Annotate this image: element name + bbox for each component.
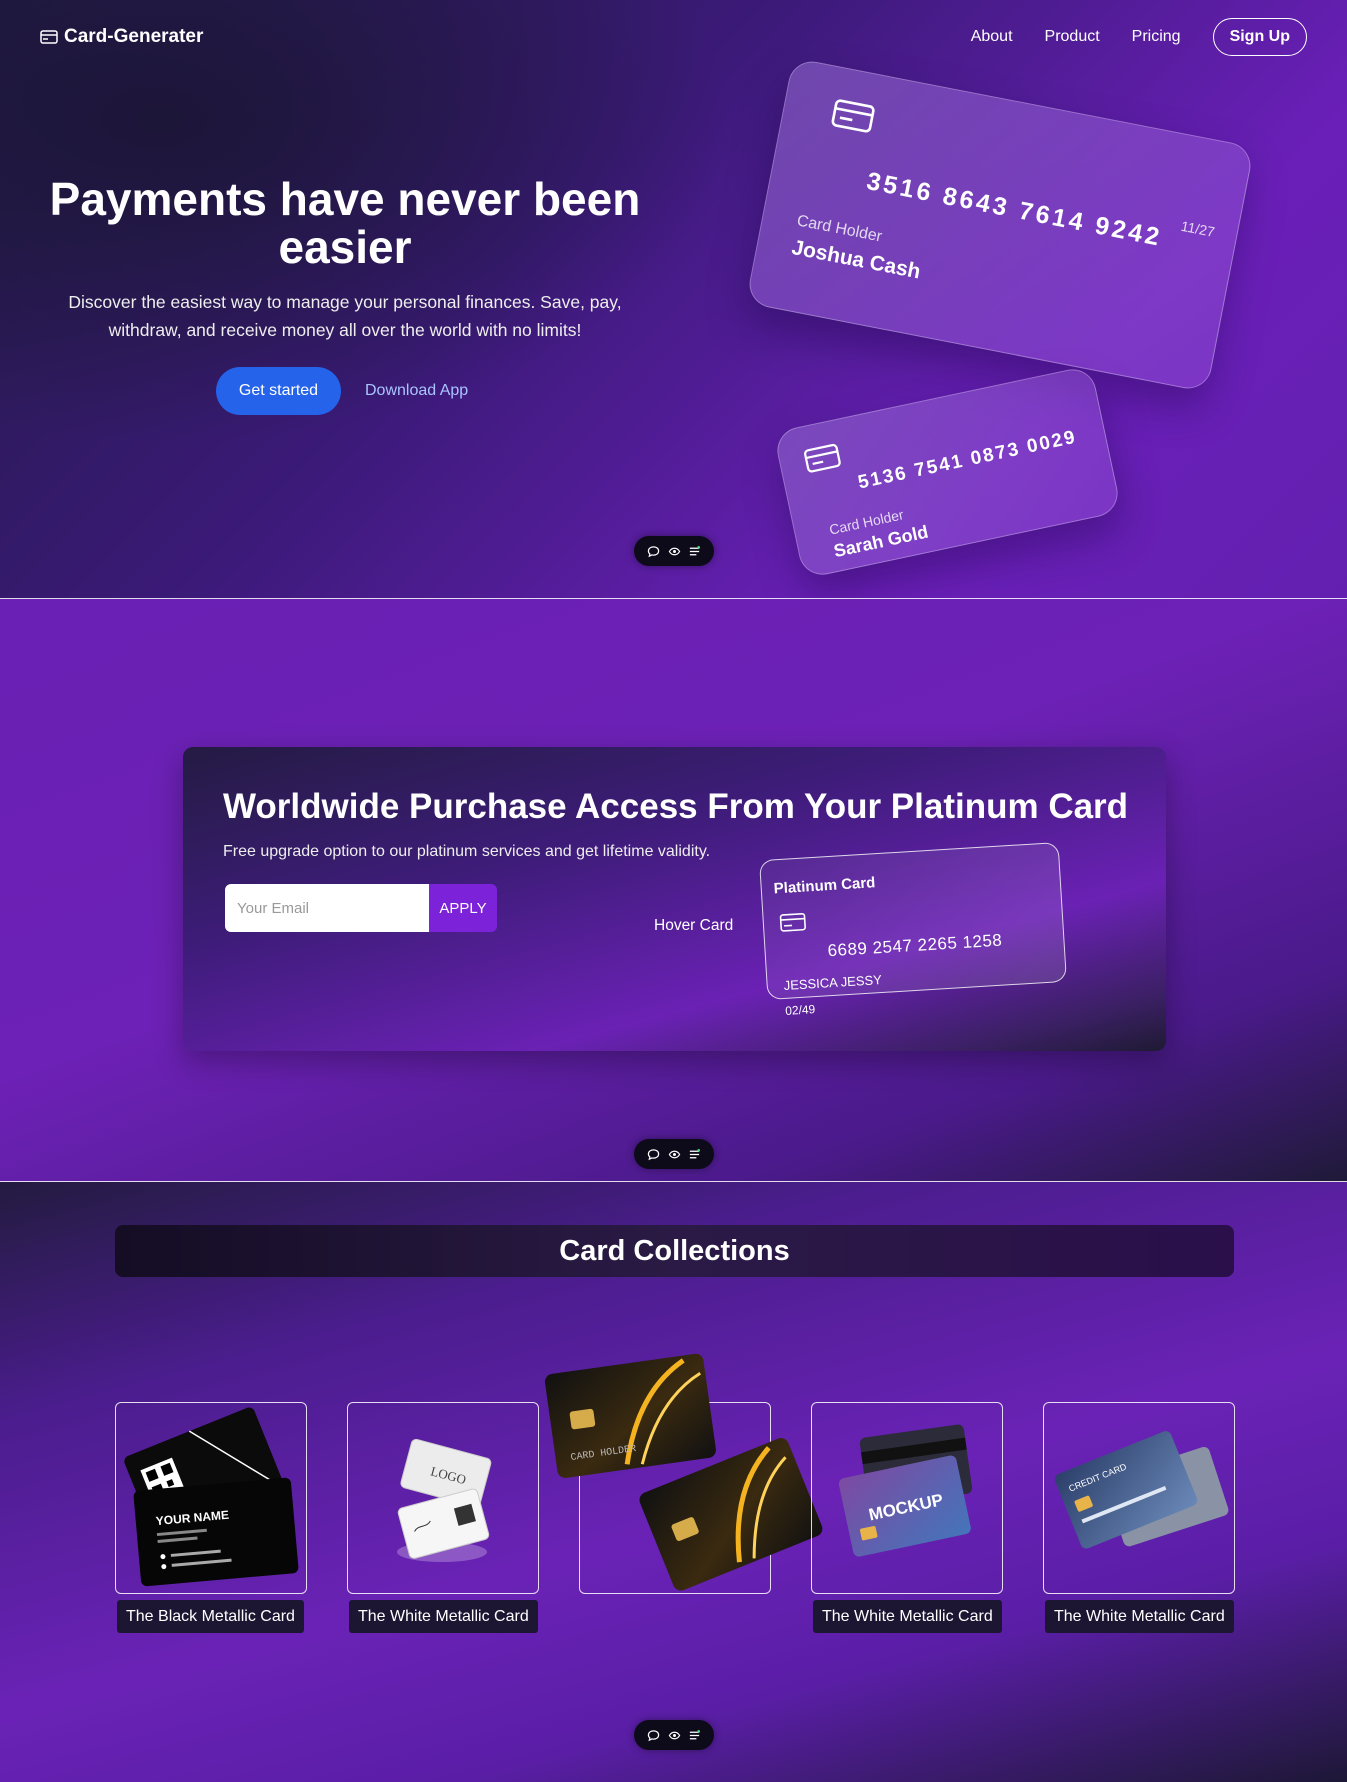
- download-app-link[interactable]: Download App: [365, 367, 468, 415]
- eye-icon[interactable]: [668, 1729, 681, 1742]
- card-icon: [803, 443, 841, 473]
- eye-icon[interactable]: [668, 545, 681, 558]
- blue-credit-cards-image: CREDIT CARD: [1054, 1431, 1229, 1549]
- nav-product-link[interactable]: Product: [1045, 28, 1100, 46]
- collection-label: The Black Metallic Card: [117, 1600, 304, 1633]
- platinum-card[interactable]: Platinum Card 6689 2547 2265 1258 JESSIC…: [759, 841, 1067, 1018]
- brand-name: Card-Generater: [64, 26, 204, 47]
- floating-toolbar: [634, 1139, 714, 1169]
- card-holder-name: Joshua Cash: [789, 235, 923, 284]
- hero-card-secondary: 5136 7541 0873 0029 Card Holder Sarah Go…: [772, 364, 1123, 580]
- menu-lines-icon[interactable]: [688, 545, 701, 558]
- card-collections-section: Card Collections YOUR NAME The Black Met…: [0, 1182, 1347, 1782]
- floating-toolbar: [634, 1720, 714, 1750]
- signup-button[interactable]: Sign Up: [1212, 18, 1307, 56]
- eye-icon[interactable]: [668, 1148, 681, 1161]
- card-number: 5136 7541 0873 0029: [856, 426, 1079, 494]
- collection-label: The White Metallic Card: [1045, 1600, 1234, 1633]
- card-expiry: 11/27: [1179, 217, 1217, 240]
- get-started-button[interactable]: Get started: [216, 367, 341, 415]
- platinum-card-number: 6689 2547 2265 1258: [827, 930, 1003, 961]
- hero-subtitle: Discover the easiest way to manage your …: [68, 292, 622, 340]
- platinum-card-expiry: 02/49: [784, 1002, 816, 1018]
- menu-lines-icon[interactable]: [688, 1148, 701, 1161]
- collection-label: The White Metallic Card: [813, 1600, 1002, 1633]
- apply-button[interactable]: APPLY: [429, 884, 497, 932]
- floating-toolbar: [634, 536, 714, 566]
- hero-card-primary: 3516 8643 7614 9242 11/27 Card Holder Jo…: [745, 57, 1255, 393]
- platinum-card-title: Platinum Card: [773, 874, 876, 898]
- promo-panel: Worldwide Purchase Access From Your Plat…: [183, 747, 1166, 1051]
- email-input[interactable]: [225, 884, 429, 932]
- card-icon: [779, 912, 806, 932]
- collection-label: The White Metallic Card: [349, 1600, 538, 1633]
- mockup-cards-image: MOCKUP: [838, 1424, 973, 1557]
- top-nav: About Product Pricing Sign Up: [971, 18, 1307, 56]
- comment-icon[interactable]: [647, 1148, 660, 1161]
- promo-subtitle: Free upgrade option to our platinum serv…: [223, 843, 711, 860]
- platinum-card-holder: JESSICA JESSY: [783, 972, 883, 994]
- comment-icon[interactable]: [647, 1729, 660, 1742]
- menu-lines-icon[interactable]: [688, 1729, 701, 1742]
- hero-title: Payments have never been easier: [49, 173, 641, 273]
- hero-section: Card-Generater About Product Pricing Sig…: [0, 0, 1347, 599]
- comment-icon[interactable]: [647, 545, 660, 558]
- black-business-card-image: YOUR NAME: [124, 1407, 299, 1587]
- promo-title: Worldwide Purchase Access From Your Plat…: [223, 787, 1129, 826]
- nav-about-link[interactable]: About: [971, 28, 1013, 46]
- card-icon: [831, 99, 875, 133]
- collections-title: Card Collections: [115, 1225, 1234, 1277]
- gold-wave-cards-image: CARD HOLDER: [544, 1353, 823, 1591]
- nav-pricing-link[interactable]: Pricing: [1132, 28, 1181, 46]
- white-business-card-image: LOGO: [397, 1438, 492, 1562]
- card-number: 3516 8643 7614 9242: [864, 167, 1165, 252]
- card-icon: [40, 30, 58, 44]
- platinum-promo-section: Worldwide Purchase Access From Your Plat…: [0, 599, 1347, 1182]
- hover-card-label: Hover Card: [654, 917, 734, 934]
- brand-logo[interactable]: Card-Generater: [40, 26, 203, 48]
